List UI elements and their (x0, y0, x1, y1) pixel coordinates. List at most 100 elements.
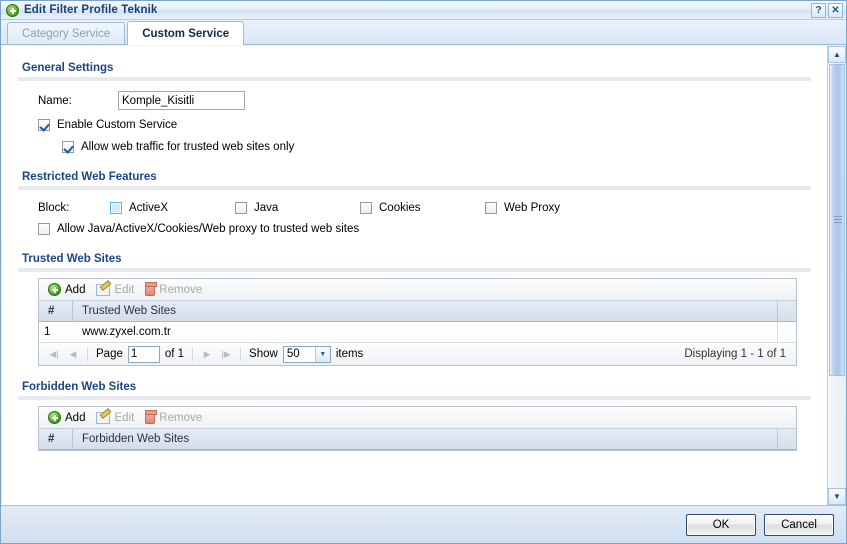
section-rule (18, 396, 811, 400)
block-activex-item[interactable]: ActiveX (110, 202, 235, 214)
allow-trusted-only-row[interactable]: Allow web traffic for trusted web sites … (18, 136, 811, 158)
pager-divider (192, 347, 194, 361)
title-bar: Edit Filter Profile Teknik ? ✕ (1, 1, 846, 20)
scroll-up-icon[interactable]: ▲ (828, 46, 846, 63)
displaying-label: Displaying 1 - 1 of 1 (684, 348, 786, 360)
add-circle-icon (6, 3, 19, 17)
allow-trusted-only-label: Allow web traffic for trusted web sites … (81, 141, 295, 153)
block-java-checkbox[interactable] (235, 202, 247, 214)
edit-icon (96, 411, 111, 424)
name-row: Name: (18, 87, 811, 114)
tab-category-service[interactable]: Category Service (7, 22, 126, 44)
prev-page-icon[interactable]: ◀ (65, 346, 81, 362)
column-header-index[interactable]: # (39, 301, 73, 321)
dialog-footer: OK Cancel (1, 505, 846, 543)
content-pane: General Settings Name: Enable Custom Ser… (2, 46, 828, 505)
trusted-remove-button[interactable]: Remove (143, 281, 209, 297)
block-web-proxy-checkbox[interactable] (485, 202, 497, 214)
trusted-web-sites-grid: Add Edit Remove # Trusted Web Sites 1 ww… (38, 278, 797, 366)
page-total-label: of 1 (164, 348, 185, 360)
block-web-proxy-label: Web Proxy (504, 202, 561, 214)
scroll-down-icon[interactable]: ▼ (828, 488, 846, 505)
forbidden-remove-button[interactable]: Remove (143, 409, 209, 425)
page-label: Page (96, 348, 123, 360)
block-row: Block: ActiveX Java Cookies Web Proxy (18, 196, 811, 218)
name-input[interactable] (118, 91, 245, 110)
table-row[interactable]: 1 www.zyxel.com.tr (39, 322, 796, 343)
allow-to-trusted-checkbox[interactable] (38, 223, 50, 235)
section-rule (18, 77, 811, 81)
column-header-trusted-web-sites[interactable]: Trusted Web Sites (73, 301, 778, 321)
enable-custom-service-row[interactable]: Enable Custom Service (18, 114, 811, 136)
help-button[interactable]: ? (811, 3, 826, 18)
block-activex-checkbox[interactable] (110, 202, 122, 214)
trusted-add-button[interactable]: Add (46, 282, 92, 297)
enable-custom-service-checkbox[interactable] (38, 119, 50, 131)
ok-button[interactable]: OK (686, 513, 756, 536)
pager-divider (87, 347, 88, 361)
column-header-spacer (778, 301, 796, 321)
block-cookies-item[interactable]: Cookies (360, 202, 485, 214)
first-page-icon[interactable]: ◀| (46, 346, 62, 362)
forbidden-edit-label: Edit (114, 411, 135, 424)
block-java-item[interactable]: Java (235, 202, 360, 214)
chevron-down-icon[interactable]: ▼ (314, 346, 330, 362)
trash-icon (145, 409, 158, 424)
block-java-label: Java (254, 202, 279, 214)
add-icon (48, 283, 61, 296)
trusted-add-label: Add (65, 283, 86, 296)
block-label: Block: (38, 202, 70, 214)
forbidden-add-label: Add (65, 411, 86, 424)
column-header-index[interactable]: # (39, 429, 73, 449)
block-cookies-label: Cookies (379, 202, 421, 214)
tab-custom-service[interactable]: Custom Service (127, 21, 245, 45)
forbidden-add-button[interactable]: Add (46, 410, 92, 425)
page-size-select[interactable]: 50 ▼ (282, 345, 331, 363)
section-rule (18, 268, 811, 272)
allow-to-trusted-label: Allow Java/ActiveX/Cookies/Web proxy to … (57, 223, 360, 235)
trusted-grid-toolbar: Add Edit Remove (39, 279, 796, 301)
title-bar-buttons: ? ✕ (811, 3, 843, 18)
block-activex-label: ActiveX (129, 202, 168, 214)
section-title-general-settings: General Settings (22, 62, 114, 74)
column-header-forbidden-web-sites[interactable]: Forbidden Web Sites (73, 429, 778, 449)
items-label: items (335, 348, 364, 360)
page-number-input[interactable] (127, 345, 160, 363)
last-page-icon[interactable]: |▶ (218, 346, 234, 362)
forbidden-grid-header: # Forbidden Web Sites (39, 429, 796, 450)
forbidden-web-sites-grid: Add Edit Remove # Forbidden Web Sites (38, 406, 797, 451)
window-title: Edit Filter Profile Teknik (24, 4, 158, 16)
row-index: 1 (44, 326, 51, 338)
trusted-edit-label: Edit (114, 283, 135, 296)
add-icon (48, 411, 61, 424)
scrollbar-grip-icon (834, 216, 842, 224)
block-cookies-checkbox[interactable] (360, 202, 372, 214)
show-label: Show (249, 348, 278, 360)
row-site: www.zyxel.com.tr (73, 322, 778, 342)
next-page-icon[interactable]: ▶ (199, 346, 215, 362)
column-header-spacer (778, 429, 796, 449)
block-web-proxy-item[interactable]: Web Proxy (485, 202, 610, 214)
forbidden-edit-button[interactable]: Edit (94, 411, 141, 425)
cancel-button[interactable]: Cancel (764, 513, 834, 536)
close-icon[interactable]: ✕ (828, 3, 843, 18)
trusted-grid-header: # Trusted Web Sites (39, 301, 796, 322)
name-label: Name: (38, 94, 72, 107)
scrollbar-thumb[interactable] (829, 64, 845, 376)
trusted-edit-button[interactable]: Edit (94, 283, 141, 297)
trusted-grid-pager: ◀| ◀ Page of 1 ▶ |▶ Show 50 ▼ items (39, 343, 796, 365)
allow-to-trusted-row[interactable]: Allow Java/ActiveX/Cookies/Web proxy to … (18, 218, 811, 240)
pager-divider (240, 347, 242, 361)
enable-custom-service-label: Enable Custom Service (57, 119, 178, 131)
edit-filter-profile-dialog: Edit Filter Profile Teknik ? ✕ Category … (0, 0, 847, 544)
forbidden-grid-toolbar: Add Edit Remove (39, 407, 796, 429)
section-title-restricted-web-features: Restricted Web Features (22, 171, 157, 183)
allow-trusted-only-checkbox[interactable] (62, 141, 74, 153)
edit-icon (96, 283, 111, 296)
section-title-trusted-web-sites: Trusted Web Sites (22, 253, 122, 265)
section-title-forbidden-web-sites: Forbidden Web Sites (22, 381, 137, 393)
trusted-remove-label: Remove (159, 283, 203, 296)
vertical-scrollbar[interactable]: ▲ ▼ (827, 46, 846, 505)
forbidden-remove-label: Remove (159, 411, 203, 424)
section-rule (18, 186, 811, 190)
